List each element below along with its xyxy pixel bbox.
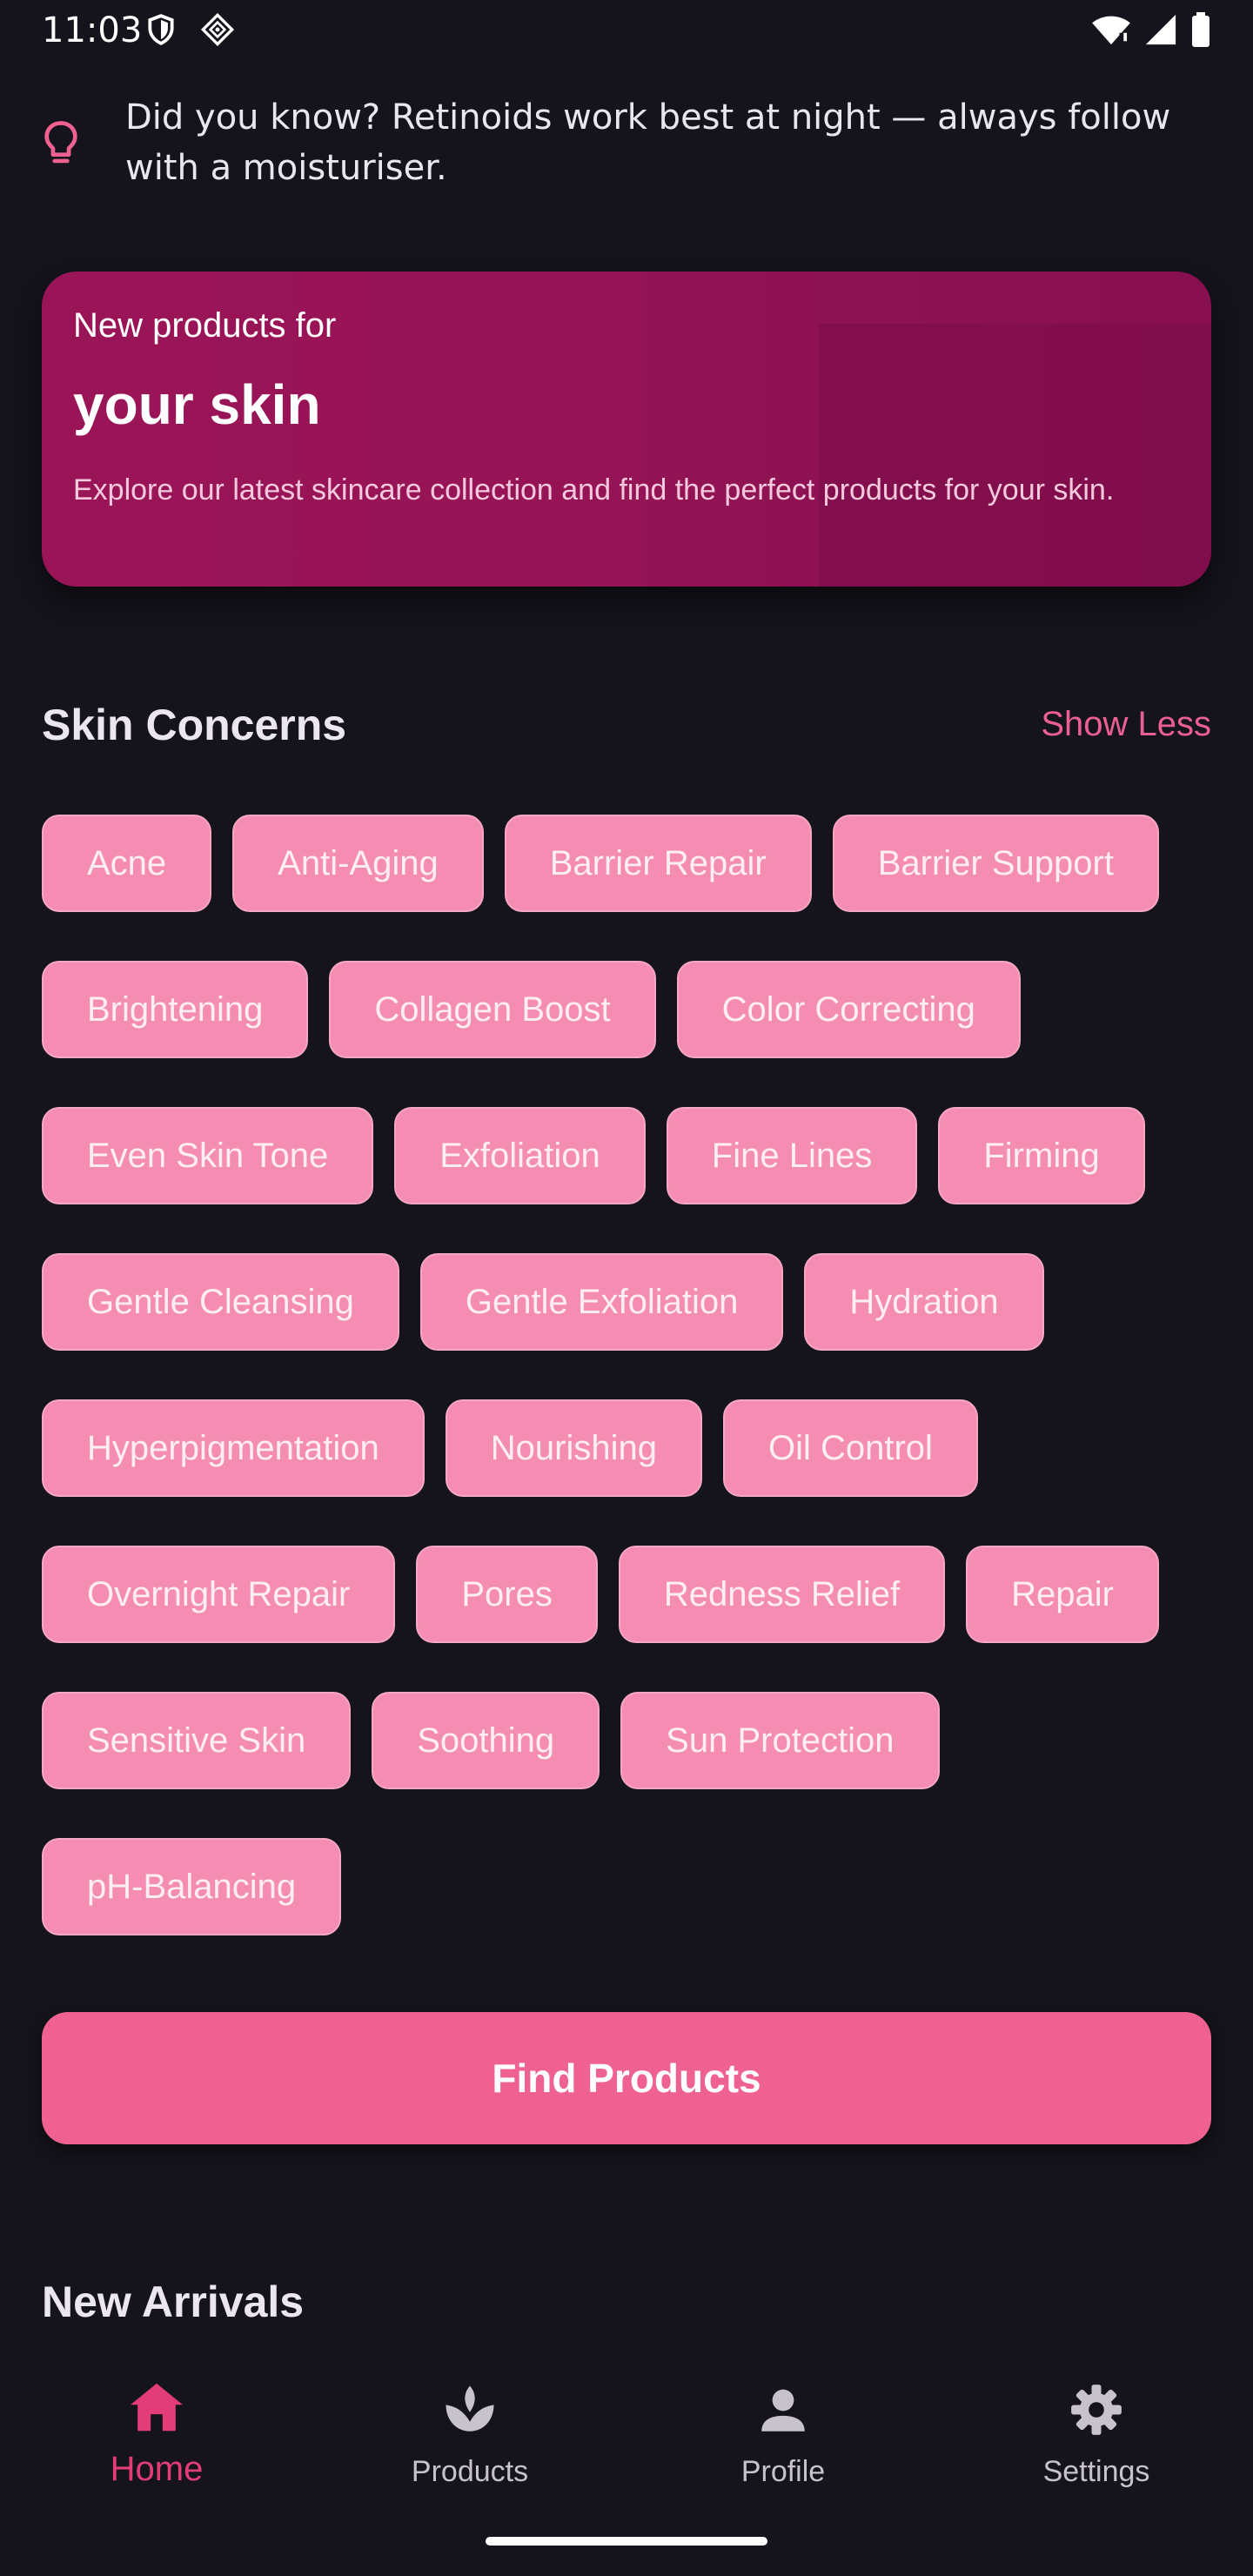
hero-title: your skin [73,373,321,436]
new-arrivals-title: New Arrivals [42,2277,305,2326]
concern-chip[interactable]: Even Skin Tone [42,1107,374,1204]
lightbulb-icon [42,118,94,173]
concern-chip[interactable]: Anti-Aging [232,815,484,912]
concern-chip[interactable]: Collagen Boost [329,961,656,1058]
concern-chip[interactable]: Barrier Repair [504,815,812,912]
concern-chip[interactable]: Soothing [372,1692,600,1789]
lotus-icon [441,2381,499,2443]
concern-chip[interactable]: Hyperpigmentation [42,1399,425,1497]
skin-concerns-title: Skin Concerns [42,701,347,749]
hero-decoration [819,324,1211,587]
find-products-button[interactable]: Find Products [42,2012,1211,2144]
concern-chip[interactable]: Exfoliation [394,1107,646,1204]
concern-chip[interactable]: Firming [938,1107,1145,1204]
concern-chip[interactable]: Gentle Exfoliation [419,1253,784,1351]
concern-chip[interactable]: Acne [42,815,212,912]
signal-icon [1143,13,1178,50]
concern-chip[interactable]: pH-Balancing [42,1838,342,1935]
person-icon [754,2381,812,2443]
hero-banner[interactable]: New products for your skin Explore our l… [42,272,1211,587]
home-indicator[interactable] [486,2537,767,2546]
nav-label-home: Home [110,2450,204,2488]
concern-chip[interactable]: Hydration [804,1253,1044,1351]
concern-chip[interactable]: Barrier Support [832,815,1159,912]
show-less-button[interactable]: Show Less [1041,705,1211,744]
tip-text: Did you know? Retinoids work best at nig… [125,97,1171,188]
concern-chip[interactable]: Repair [966,1546,1159,1643]
concern-chip[interactable]: Sensitive Skin [42,1692,352,1789]
diamond-icon [198,12,237,51]
tip-banner: Did you know? Retinoids work best at nig… [42,92,1211,193]
status-time: 11:03 [42,10,143,50]
nav-item-products[interactable]: Products [313,2381,626,2489]
skin-concern-chips: Acne Anti-Aging Barrier Repair Barrier Supp… [42,815,1225,1935]
concern-chip[interactable]: Gentle Cleansing [42,1253,399,1351]
hero-description: Explore our latest skincare collection a… [73,473,1115,506]
nav-item-profile[interactable]: Profile [626,2381,940,2489]
shield-icon [144,12,178,51]
concern-chip[interactable]: Sun Protection [620,1692,940,1789]
concern-chip[interactable]: Overnight Repair [42,1546,396,1643]
nav-label-settings: Settings [1042,2455,1150,2488]
wifi-icon [1091,13,1131,50]
status-bar: 11:03 [0,0,1253,61]
concern-chip[interactable]: Color Correcting [676,961,1021,1058]
concern-chip[interactable]: Brightening [42,961,309,1058]
battery-icon [1190,12,1211,51]
concern-chip[interactable]: Fine Lines [666,1107,918,1204]
hero-subtitle: New products for [73,306,337,345]
concern-chip[interactable]: Nourishing [445,1399,702,1497]
concern-chip[interactable]: Oil Control [722,1399,978,1497]
nav-item-home[interactable]: Home [0,2381,313,2489]
gear-icon [1068,2381,1125,2443]
nav-item-settings[interactable]: Settings [940,2381,1253,2489]
concern-chip[interactable]: Pores [416,1546,598,1643]
concern-chip[interactable]: Redness Relief [618,1546,946,1643]
home-icon [128,2381,185,2438]
nav-label-profile: Profile [740,2455,826,2488]
nav-label-products: Products [411,2455,529,2488]
